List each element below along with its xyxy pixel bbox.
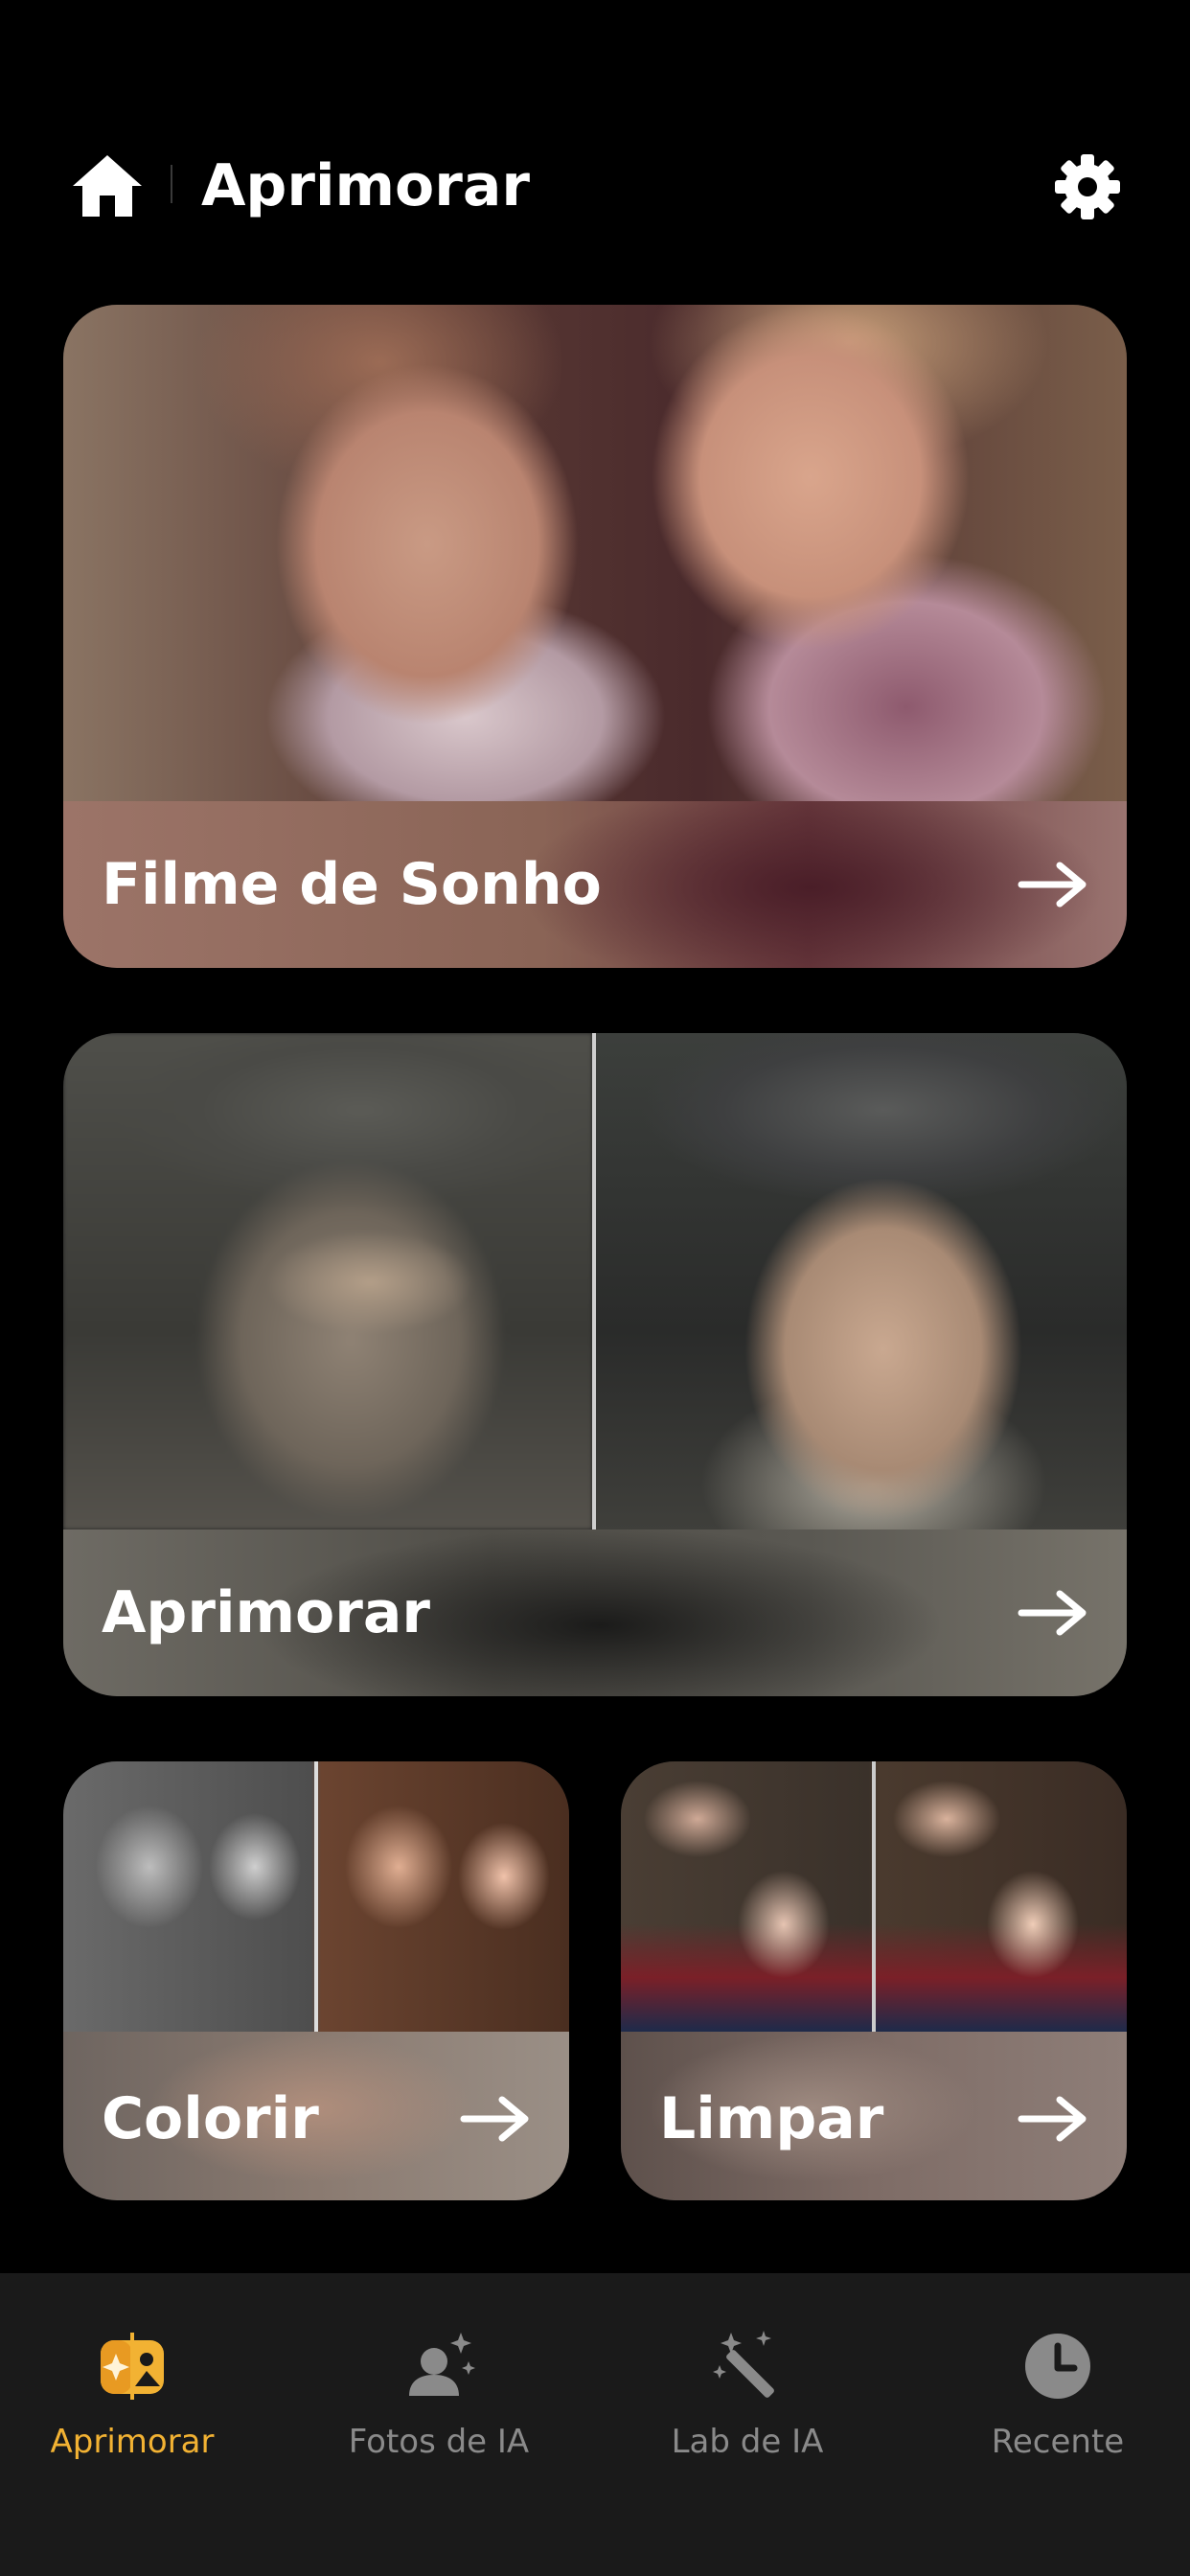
card-label: Aprimorar xyxy=(102,1579,430,1646)
magic-wand-icon xyxy=(708,2327,787,2405)
clock-icon xyxy=(1018,2327,1097,2405)
card-enhance[interactable]: Aprimorar xyxy=(63,1033,1127,1696)
header: Aprimorar xyxy=(0,0,1190,288)
ai-person-sparkle-icon xyxy=(400,2327,478,2405)
card-dream-film[interactable]: Filme de Sonho xyxy=(63,305,1127,968)
page-title: Aprimorar xyxy=(201,152,530,219)
nav-label: Lab de IA xyxy=(671,2423,824,2461)
nav-item-ai-lab[interactable]: Lab de IA xyxy=(604,2327,891,2471)
before-image xyxy=(63,1033,592,1530)
header-divider xyxy=(171,165,172,203)
nav-item-enhance[interactable]: Aprimorar xyxy=(0,2327,276,2471)
compare-divider xyxy=(592,1033,596,1530)
arrow-right-icon xyxy=(1018,2095,1088,2147)
home-icon[interactable] xyxy=(69,151,146,220)
dream-film-photo xyxy=(63,305,1127,801)
colorize-before-after-photo xyxy=(63,1761,569,2032)
nav-label: Aprimorar xyxy=(50,2423,215,2461)
arrow-right-icon xyxy=(1018,1589,1088,1641)
enhance-photo-icon xyxy=(93,2327,172,2405)
card-label: Colorir xyxy=(102,2085,319,2152)
card-label: Filme de Sonho xyxy=(102,851,602,918)
nav-label: Fotos de IA xyxy=(348,2423,530,2461)
gear-icon[interactable] xyxy=(1054,153,1121,220)
arrow-right-icon xyxy=(1018,861,1088,912)
bottom-nav: Aprimorar Fotos de IA Lab de IA Recente xyxy=(0,2273,1190,2576)
card-colorize[interactable]: Colorir xyxy=(63,1761,569,2200)
nav-item-recent[interactable]: Recente xyxy=(914,2327,1190,2471)
after-image xyxy=(596,1033,1127,1530)
nav-item-ai-photos[interactable]: Fotos de IA xyxy=(295,2327,583,2471)
card-label: Limpar xyxy=(659,2085,884,2152)
card-clean[interactable]: Limpar xyxy=(621,1761,1127,2200)
clean-before-after-photo xyxy=(621,1761,1127,2032)
arrow-right-icon xyxy=(460,2095,531,2147)
enhance-before-after-photo xyxy=(63,1033,1127,1530)
nav-label: Recente xyxy=(991,2423,1125,2461)
